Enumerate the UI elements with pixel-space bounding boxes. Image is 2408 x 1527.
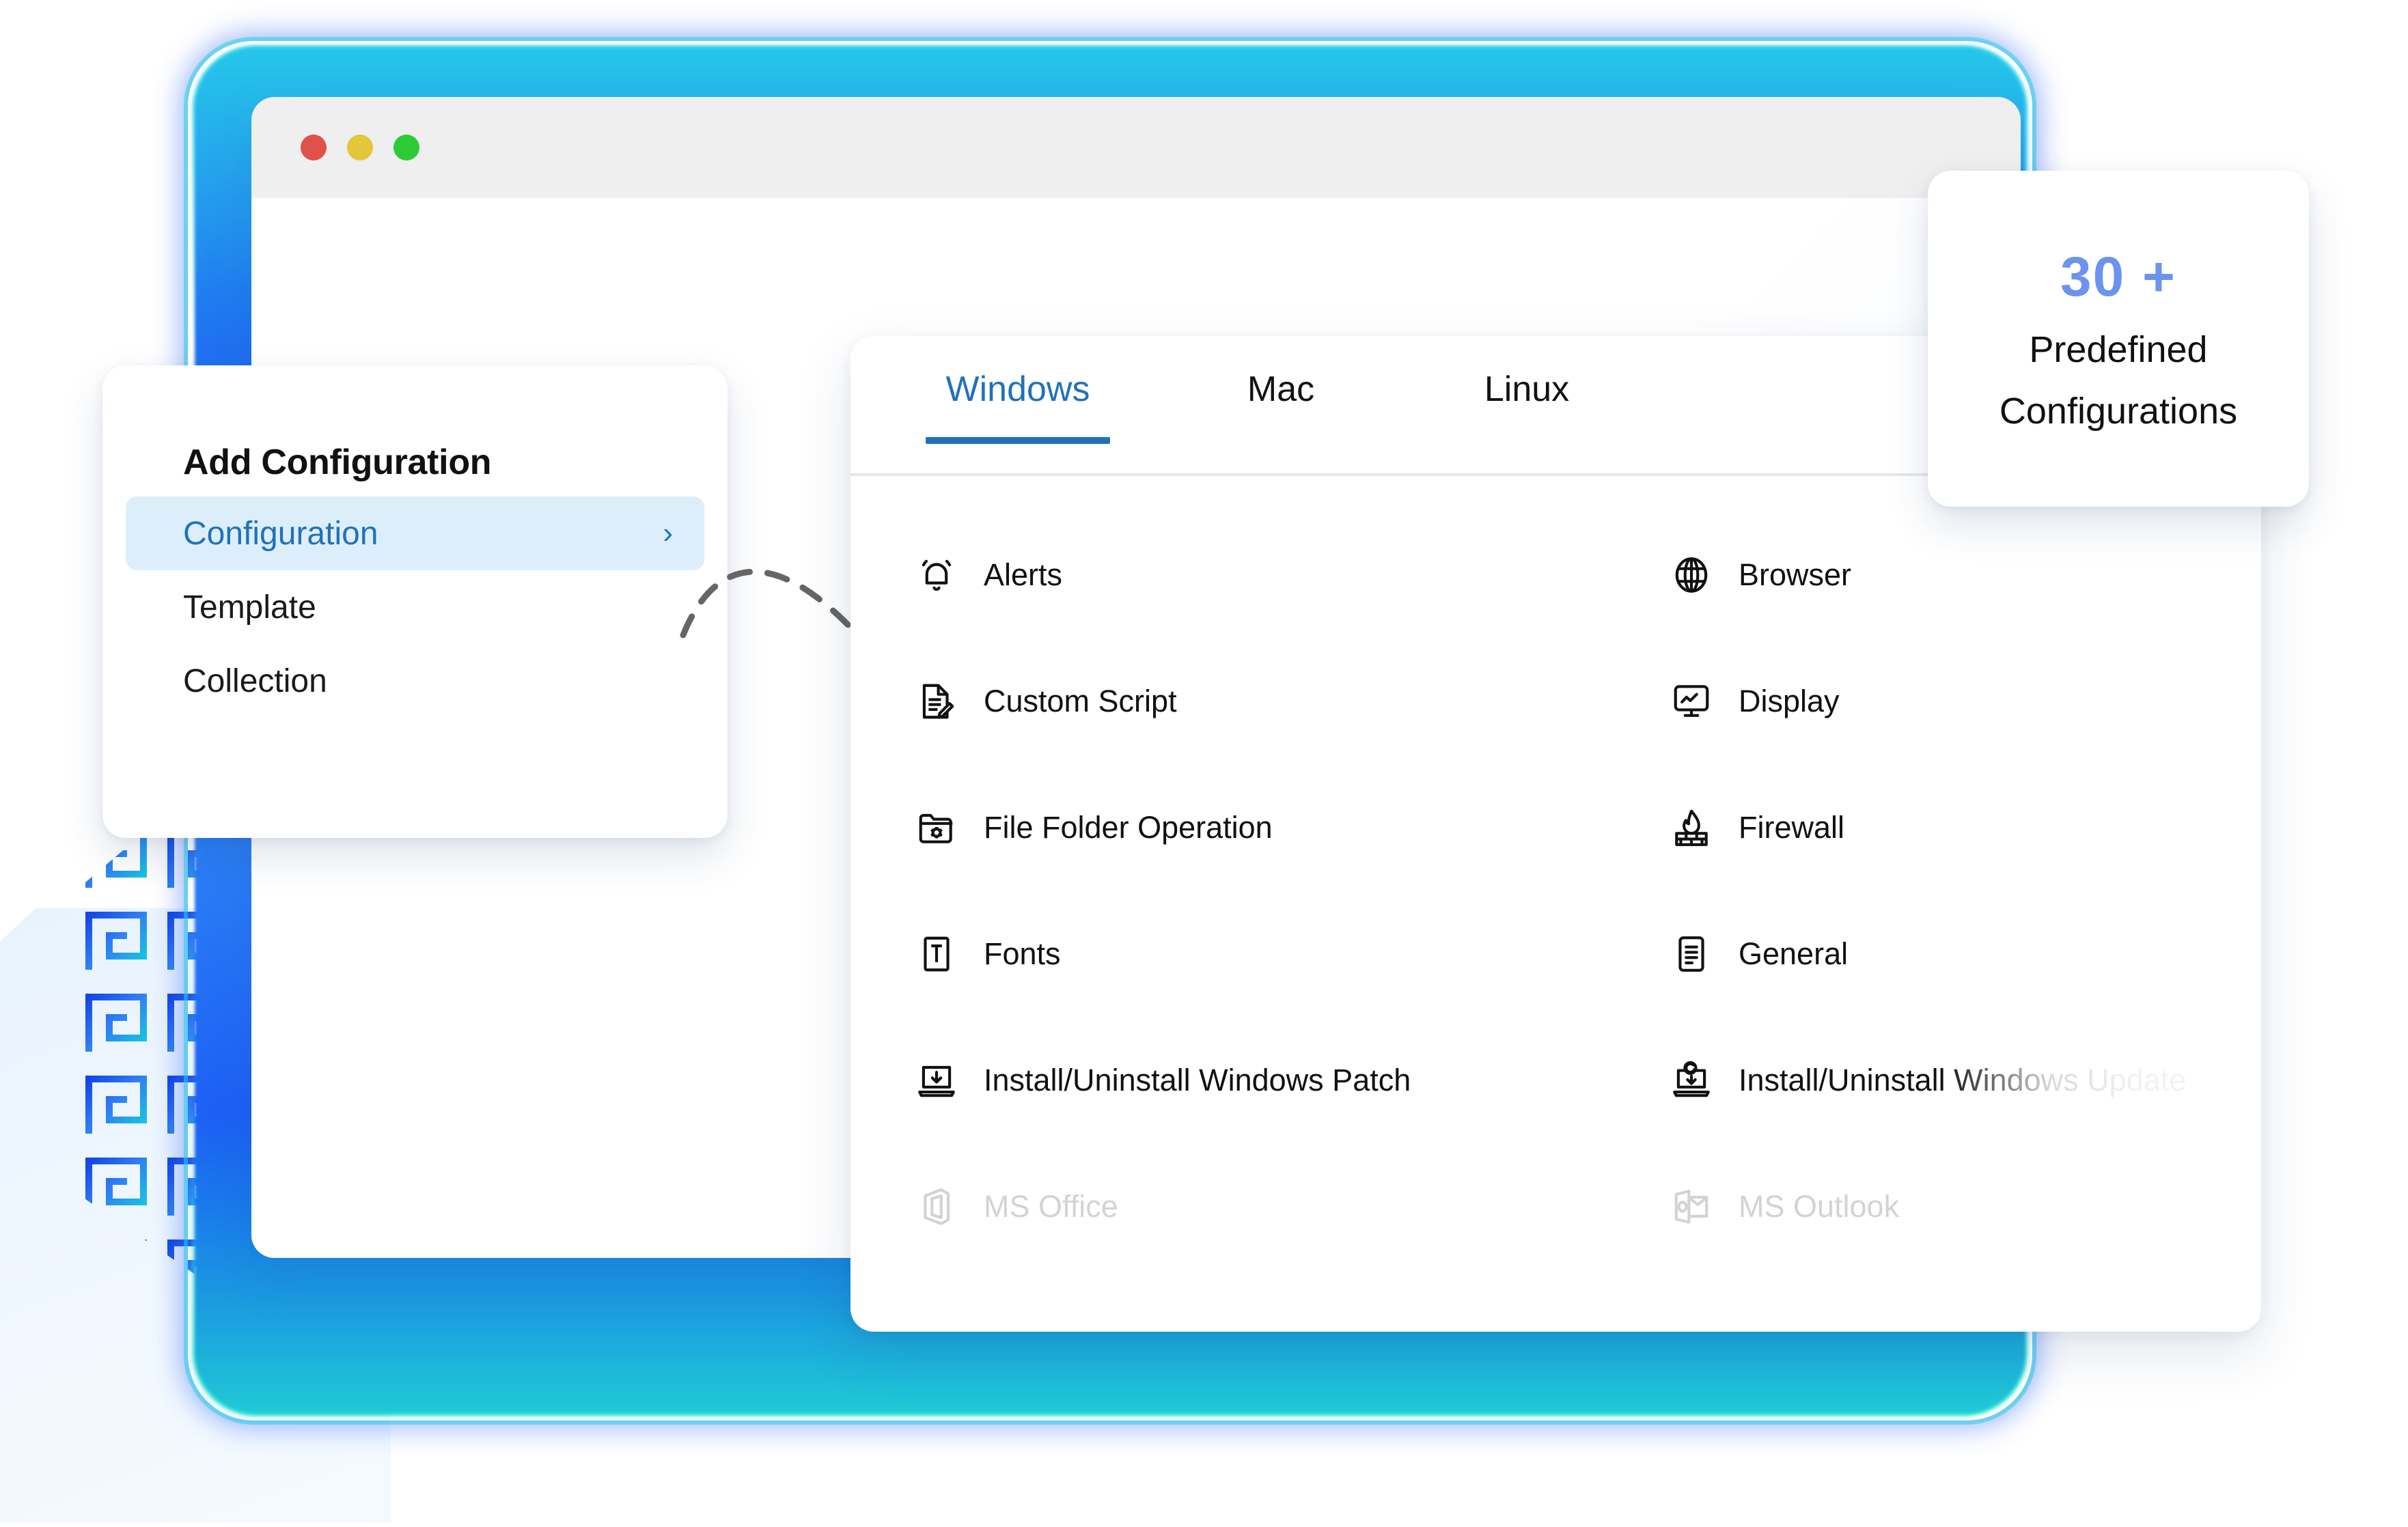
close-window-dot[interactable] [301,135,327,160]
config-item-custom-script[interactable]: Custom Script [850,680,1670,723]
window-titlebar [251,97,2021,198]
config-item-browser[interactable]: Browser [1670,554,2261,596]
config-item-label: General [1739,936,1849,971]
badge-line-1: Predefined [2029,329,2208,370]
config-item-alerts[interactable]: Alerts [850,554,1670,596]
sidebar-item-collection[interactable]: Collection [126,644,704,718]
script-edit-icon [922,684,954,718]
chevron-right-icon: › [663,516,673,550]
add-configuration-card: Add Configuration Configuration › Templa… [102,365,728,838]
globe-icon [1675,557,1708,593]
folder-gear-icon [919,813,953,843]
config-item-label: Fonts [984,936,1061,971]
badge-count: 30 + [2060,246,2176,308]
bell-icon [922,559,952,591]
add-configuration-title: Add Configuration [183,443,492,482]
config-item-fonts[interactable]: Fonts [850,933,1670,975]
sidebar-item-label: Template [183,589,316,626]
configuration-nav-list: Configuration › Template Collection [126,496,704,718]
monitor-chart-icon [1674,684,1709,717]
config-item-label: Install/Uninstall Windows Update [1739,1062,2187,1097]
configuration-row: Fonts General [850,891,2261,1017]
firewall-flame-icon [1675,809,1708,846]
config-item-label: Alerts [984,557,1063,592]
config-item-install-uninstall-windows-patch[interactable]: Install/Uninstall Windows Patch [850,1059,1670,1102]
config-item-label: Custom Script [984,683,1177,718]
config-item-file-folder-operation[interactable]: File Folder Operation [850,807,1670,849]
sidebar-item-template[interactable]: Template [126,570,704,644]
config-item-label: Display [1739,683,1840,718]
tab-windows[interactable]: Windows [888,369,1148,444]
font-t-icon [924,936,950,971]
config-item-label: Browser [1739,557,1852,592]
config-item-label: MS Outlook [1739,1188,1900,1224]
config-item-firewall[interactable]: Firewall [1670,807,2261,849]
config-item-ms-outlook[interactable]: MS Outlook [1670,1186,2261,1228]
sidebar-item-configuration[interactable]: Configuration › [126,496,704,570]
tab-mac[interactable]: Mac [1168,369,1394,441]
laptop-download-icon [918,1065,955,1097]
composition-stage: Add Configuration Configuration › Templa… [0,0,2408,1527]
configuration-row: File Folder Operation Firewall [850,764,2261,891]
configuration-row: Alerts Browser [850,512,2261,638]
configuration-row: Custom Script Display [850,638,2261,764]
minimize-window-dot[interactable] [347,135,373,160]
sidebar-item-label: Configuration [183,515,378,552]
config-item-general[interactable]: General [1670,933,2261,975]
ms-outlook-icon [1674,1189,1708,1224]
configuration-row: MS Office MS Outlook [850,1143,2261,1270]
maximize-window-dot[interactable] [393,135,419,160]
sidebar-item-label: Collection [183,662,327,699]
config-item-label: File Folder Operation [984,809,1273,845]
predefined-configurations-badge: 30 + Predefined Configurations [1928,171,2309,507]
tab-linux[interactable]: Linux [1414,369,1639,441]
configuration-grid: Alerts Browser Custom Script Display Fil… [850,476,2261,1270]
config-item-label: Firewall [1739,809,1845,845]
badge-line-2: Configurations [1999,391,2238,432]
config-item-install-uninstall-windows-update[interactable]: Install/Uninstall Windows Update [1670,1059,2261,1102]
config-item-label: MS Office [984,1188,1118,1224]
ms-office-icon [924,1188,950,1225]
config-item-display[interactable]: Display [1670,680,2261,723]
config-item-label: Install/Uninstall Windows Patch [984,1062,1411,1097]
document-lines-icon [1678,936,1704,972]
laptop-update-icon [1673,1061,1710,1097]
configuration-row: Install/Uninstall Windows Patch Install/… [850,1017,2261,1143]
config-item-ms-office[interactable]: MS Office [850,1186,1670,1228]
